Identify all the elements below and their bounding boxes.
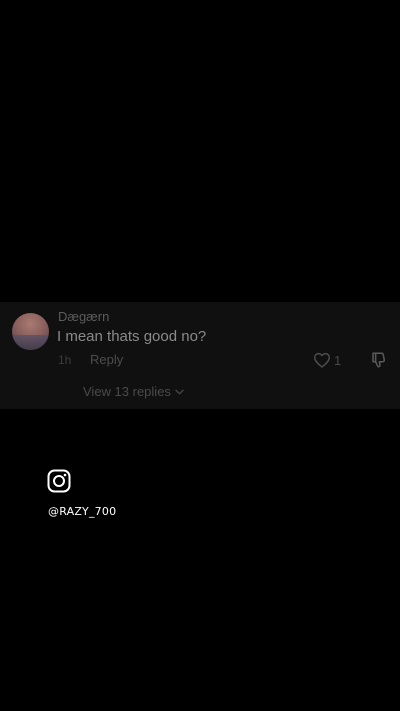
heart-icon [313, 352, 330, 368]
reply-button[interactable]: Reply [90, 352, 123, 367]
like-button[interactable]: 1 [313, 351, 341, 369]
comment-timestamp: 1h [58, 353, 72, 367]
like-count: 1 [334, 352, 342, 368]
view-replies-button[interactable]: View 13 replies [83, 384, 184, 399]
comment-card: Dægærn I mean thats good no? 1h Reply 1 … [0, 302, 400, 409]
watermark-handle: @RAZY_700 [48, 505, 117, 518]
instagram-icon [47, 469, 71, 493]
comment-username[interactable]: Dægærn [58, 309, 109, 324]
thumbs-down-icon [372, 352, 386, 368]
view-replies-label: View 13 replies [83, 384, 171, 399]
chevron-down-icon [175, 389, 184, 394]
comment-text: I mean thats good no? [57, 328, 207, 345]
avatar[interactable] [12, 313, 49, 350]
dislike-button[interactable] [370, 351, 388, 369]
